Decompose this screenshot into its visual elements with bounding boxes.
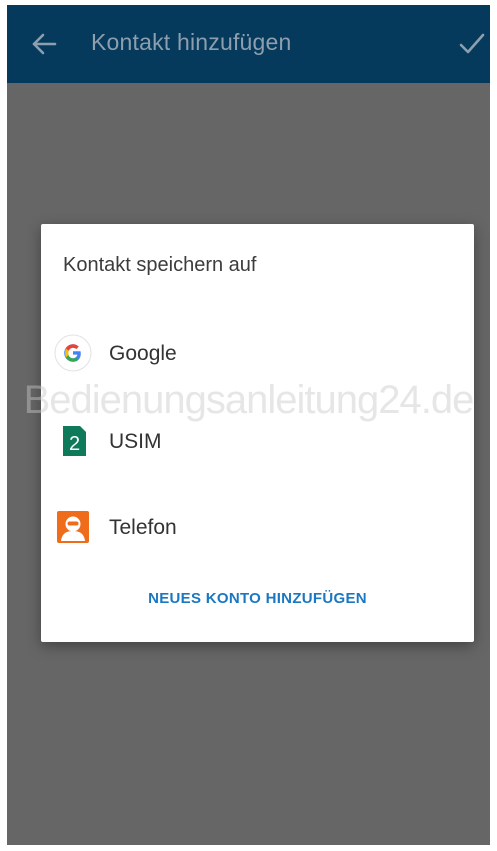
dialog-title: Kontakt speichern auf [63, 254, 257, 276]
option-usim[interactable]: 2 USIM [41, 412, 474, 472]
option-google-label: Google [109, 342, 177, 365]
option-telefon[interactable]: Telefon [41, 498, 474, 558]
sim-2-icon: 2 [63, 426, 86, 456]
google-icon [54, 334, 92, 372]
add-account-button[interactable]: NEUES KONTO HINZUFÜGEN [41, 590, 474, 607]
option-usim-label: USIM [109, 430, 162, 453]
option-google[interactable]: Google [41, 324, 474, 384]
page-title: Kontakt hinzufügen [91, 29, 292, 55]
save-contact-dialog: Kontakt speichern auf Google 2 USIM Tele… [41, 224, 474, 642]
arrow-left-icon[interactable] [29, 29, 59, 59]
phone-contact-icon [57, 511, 89, 543]
svg-text:2: 2 [69, 433, 80, 455]
option-telefon-label: Telefon [109, 516, 177, 539]
app-bar: Kontakt hinzufügen [7, 5, 490, 83]
phone-screen: Kontakt hinzufügen Kontakt speichern auf… [7, 5, 490, 845]
check-icon[interactable] [458, 30, 486, 58]
